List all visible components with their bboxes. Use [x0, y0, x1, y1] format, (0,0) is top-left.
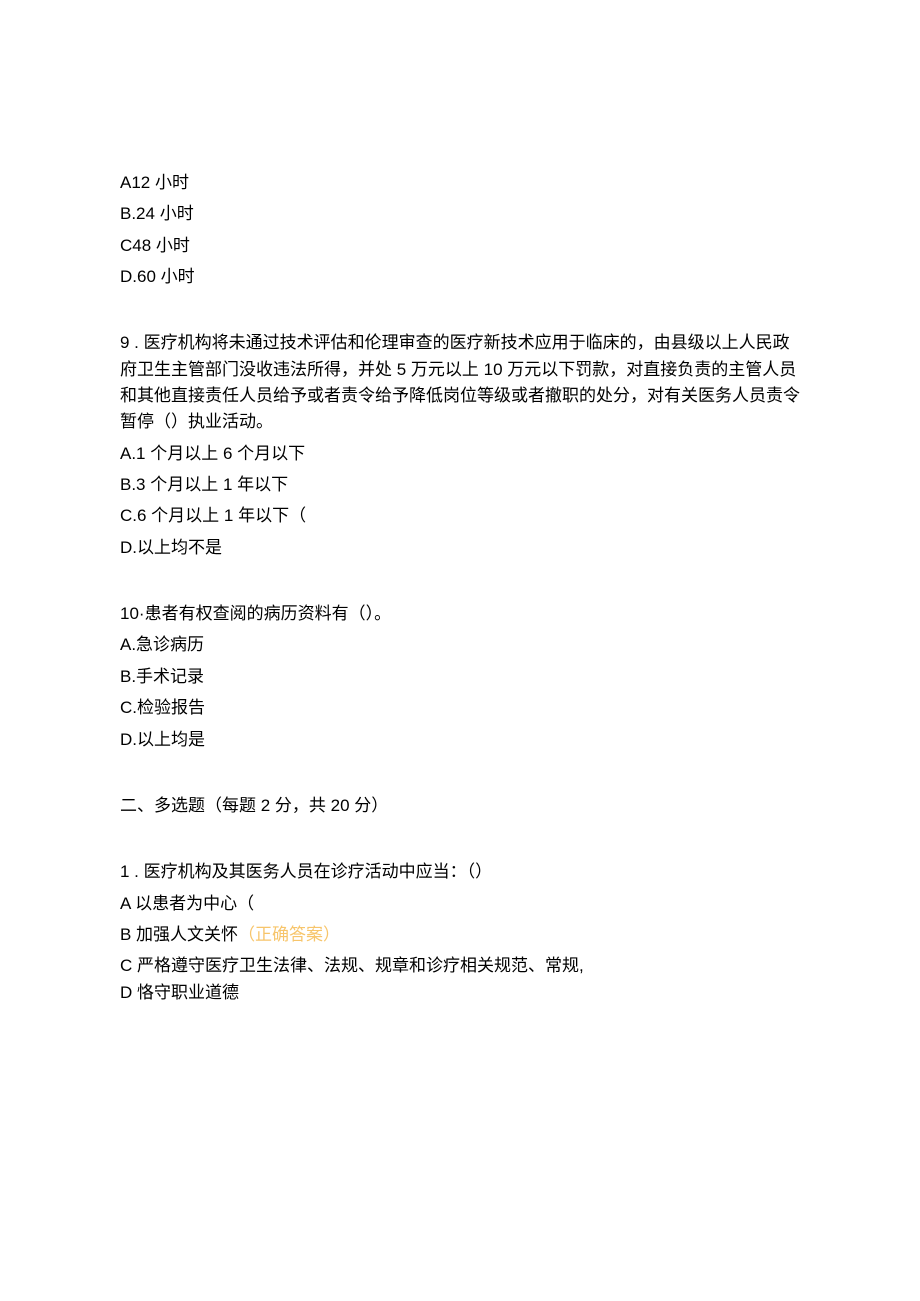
q9-option-a: A.1 个月以上 6 个月以下 — [120, 441, 800, 467]
section-2-heading: 二、多选题（每题 2 分，共 20 分） — [120, 793, 800, 819]
q9-option-c: C.6 个月以上 1 年以下（ — [120, 503, 800, 529]
q8-option-c: C48 小时 — [120, 233, 800, 259]
s2q1-text: 1 . 医疗机构及其医务人员在诊疗活动中应当：（） — [120, 859, 800, 885]
q8-option-b: B.24 小时 — [120, 201, 800, 227]
s2q1-option-a: A 以患者为中心（ — [120, 891, 800, 917]
s2q1-option-c: C 严格遵守医疗卫生法律、法规、规章和诊疗相关规范、常规, — [120, 953, 800, 979]
q9-option-b: B.3 个月以上 1 年以下 — [120, 472, 800, 498]
correct-answer-label: （正确答案） — [238, 925, 340, 944]
s2q1-option-b: B 加强人文关怀（正确答案） — [120, 922, 800, 948]
section-2-heading-block: 二、多选题（每题 2 分，共 20 分） — [120, 793, 800, 819]
q10-text: 10·患者有权查阅的病历资料有（）。 — [120, 601, 800, 627]
section-2-question-1: 1 . 医疗机构及其医务人员在诊疗活动中应当：（） A 以患者为中心（ B 加强… — [120, 859, 800, 1006]
q9-text: 9 . 医疗机构将未通过技术评估和伦理审查的医疗新技术应用于临床的，由县级以上人… — [120, 330, 800, 435]
s2q1-option-b-text: B 加强人文关怀 — [120, 925, 238, 944]
q10-option-b: B.手术记录 — [120, 664, 800, 690]
q10-option-c: C.检验报告 — [120, 695, 800, 721]
s2q1-option-d: D 恪守职业道德 — [120, 980, 800, 1006]
question-10: 10·患者有权查阅的病历资料有（）。 A.急诊病历 B.手术记录 C.检验报告 … — [120, 601, 800, 753]
question-9: 9 . 医疗机构将未通过技术评估和伦理审查的医疗新技术应用于临床的，由县级以上人… — [120, 330, 800, 561]
q10-option-d: D.以上均是 — [120, 727, 800, 753]
q10-option-a: A.急诊病历 — [120, 632, 800, 658]
question-8-options: A12 小时 B.24 小时 C48 小时 D.60 小时 — [120, 170, 800, 290]
q8-option-d: D.60 小时 — [120, 264, 800, 290]
q8-option-a: A12 小时 — [120, 170, 800, 196]
q9-option-d: D.以上均不是 — [120, 535, 800, 561]
